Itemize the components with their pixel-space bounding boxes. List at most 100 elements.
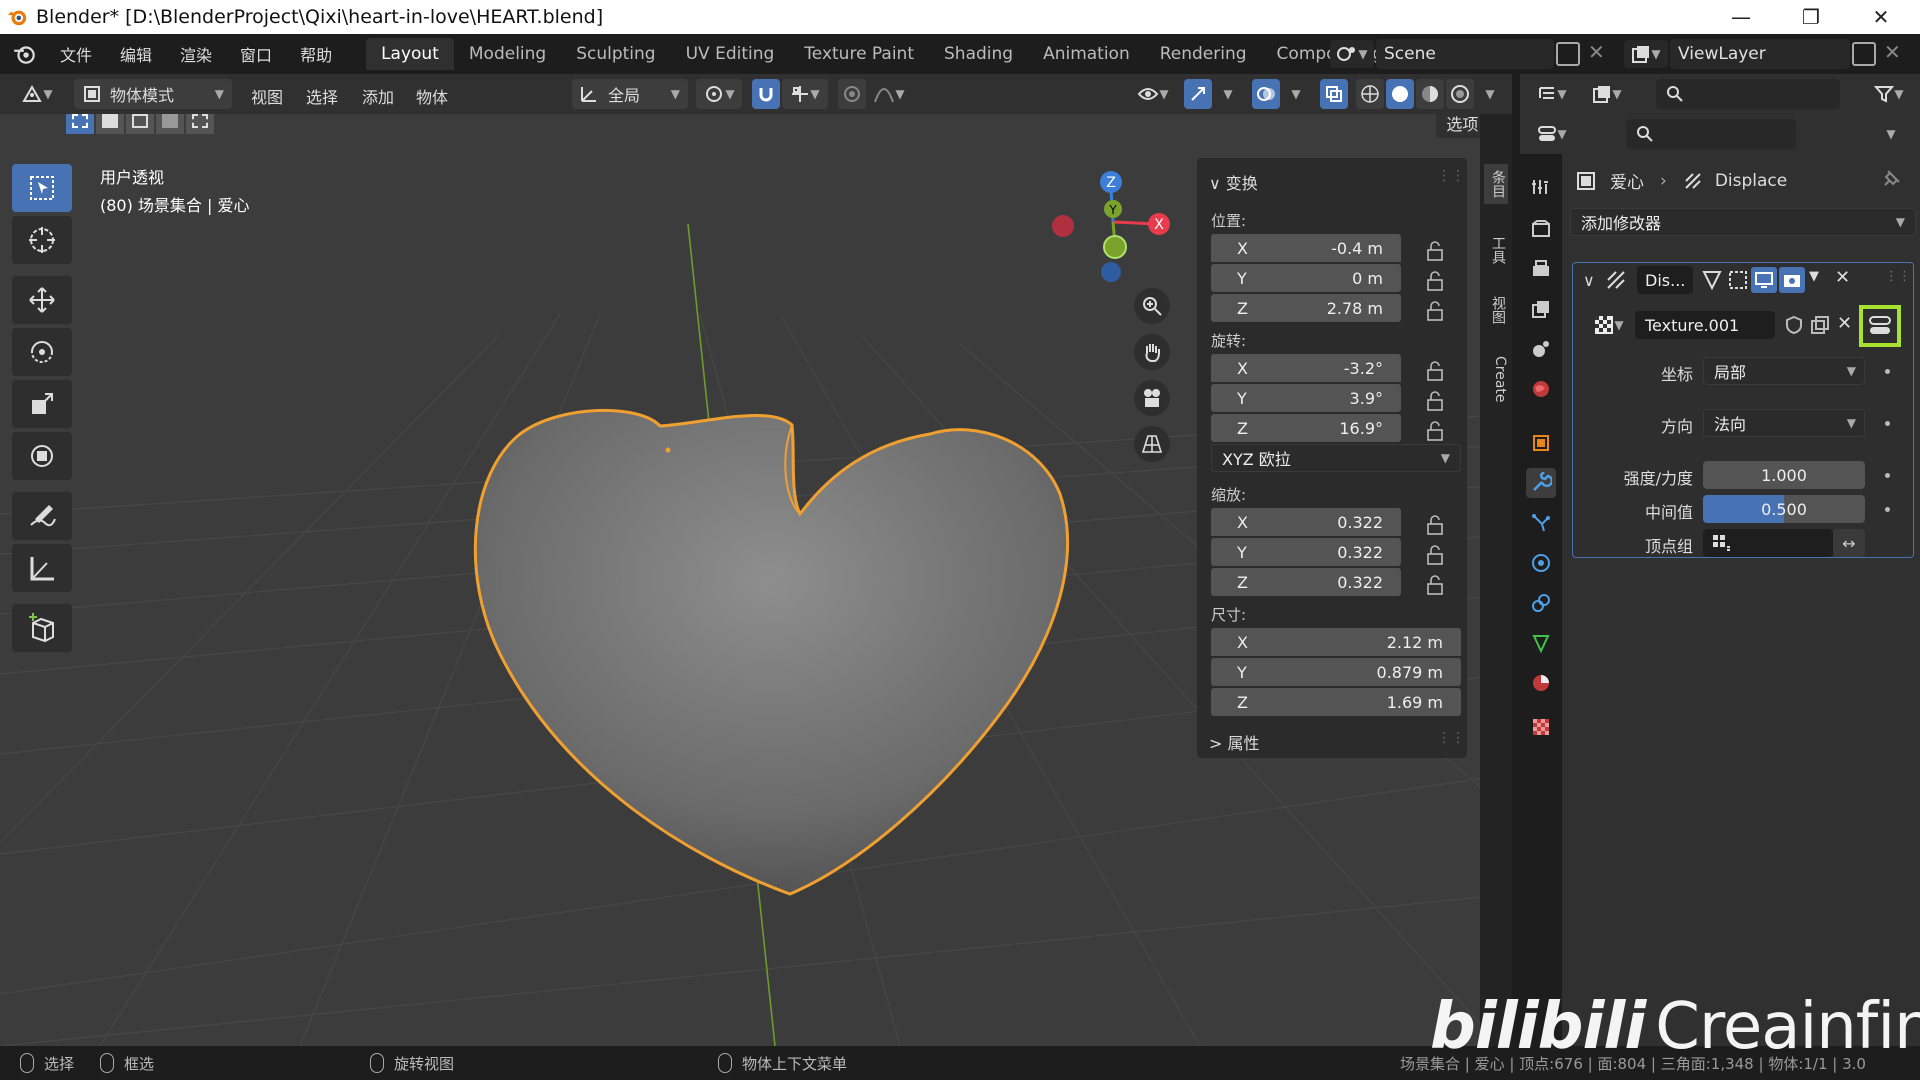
render-toggle-icon[interactable] <box>1779 267 1805 293</box>
select-intersect-icon[interactable] <box>186 114 214 134</box>
cursor-tool-icon[interactable] <box>12 216 72 264</box>
viewlayer-selector-icon[interactable]: ▼ <box>1624 40 1668 68</box>
coords-dropdown[interactable]: 局部 ▼ <box>1703 357 1865 385</box>
proportional-edit-icon[interactable] <box>838 79 866 109</box>
fake-user-icon[interactable] <box>1783 314 1805 336</box>
pin-icon[interactable] <box>1880 168 1902 190</box>
remove-modifier-icon[interactable]: ✕ <box>1835 267 1850 288</box>
properties-section-header[interactable]: > 属性 <box>1209 730 1260 754</box>
workspace-tab-uv-editing[interactable]: UV Editing <box>671 38 790 70</box>
menu-add[interactable]: 添加 <box>362 84 394 108</box>
data-tab-icon[interactable] <box>1526 628 1556 658</box>
material-shading-icon[interactable] <box>1416 79 1444 109</box>
lock-location-x-icon[interactable] <box>1425 240 1447 262</box>
solid-shading-icon[interactable] <box>1386 79 1414 109</box>
texture-name-field[interactable]: Texture.001 <box>1635 311 1775 339</box>
mode-dropdown[interactable]: 物体模式 ▼ <box>74 79 232 109</box>
select-tool-icon[interactable] <box>12 164 72 212</box>
outliner-editor-type-icon[interactable]: ▼ <box>1530 79 1574 109</box>
snap-target-icon[interactable]: ▼ <box>782 79 828 109</box>
workspace-tab-shading[interactable]: Shading <box>929 38 1028 70</box>
sidebar-tab-tool[interactable]: 工具 <box>1484 230 1508 270</box>
proportional-falloff-icon[interactable]: ▼ <box>868 79 910 109</box>
new-scene-icon[interactable] <box>1556 42 1580 66</box>
location-z-field[interactable]: Z 2.78 m <box>1211 294 1401 322</box>
unlink-texture-icon[interactable]: ✕ <box>1837 313 1852 334</box>
material-tab-icon[interactable] <box>1526 668 1556 698</box>
render-tab-icon[interactable] <box>1526 214 1556 244</box>
scale-z-field[interactable]: Z 0.322 <box>1211 568 1401 596</box>
remove-viewlayer-icon[interactable]: ✕ <box>1884 40 1901 64</box>
keyframe-dot[interactable] <box>1885 507 1890 512</box>
workspace-tab-layout[interactable]: Layout <box>366 38 454 70</box>
display-mode-icon[interactable]: ▼ <box>1582 79 1632 109</box>
viewlayer-name-field[interactable]: ViewLayer <box>1670 39 1850 69</box>
minimize-button[interactable]: — <box>1712 0 1770 34</box>
restore-button[interactable]: ❐ <box>1782 0 1840 34</box>
workspace-tab-sculpting[interactable]: Sculpting <box>561 38 670 70</box>
midlevel-slider[interactable]: 0.500 <box>1703 495 1865 523</box>
workspace-tab-texture-paint[interactable]: Texture Paint <box>789 38 929 70</box>
perspective-toggle-icon[interactable] <box>1134 426 1170 462</box>
rotate-tool-icon[interactable] <box>12 328 72 376</box>
modifier-tab-icon[interactable] <box>1526 468 1556 498</box>
lock-scale-x-icon[interactable] <box>1425 514 1447 536</box>
select-invert-icon[interactable] <box>156 114 184 134</box>
rotation-mode-dropdown[interactable]: XYZ 欧拉 ▼ <box>1211 444 1461 472</box>
lock-scale-z-icon[interactable] <box>1425 574 1447 596</box>
rotation-y-field[interactable]: Y 3.9° <box>1211 384 1401 412</box>
camera-view-icon[interactable] <box>1134 380 1170 416</box>
scene-selector-icon[interactable]: ▼ <box>1330 40 1374 68</box>
scene-name-field[interactable]: Scene <box>1376 39 1554 69</box>
keyframe-dot[interactable] <box>1885 369 1890 374</box>
sidebar-tab-create[interactable]: Create <box>1484 350 1508 409</box>
sidebar-tab-item[interactable]: 条目 <box>1484 164 1508 204</box>
modifier-name-input[interactable]: Dis... <box>1637 266 1693 294</box>
editor-type-icon[interactable]: ▼ <box>14 79 60 109</box>
transform-section-header[interactable]: ∨ 变换 <box>1209 170 1258 194</box>
viewport-display-toggle-icon[interactable] <box>1751 267 1777 293</box>
heart-mesh[interactable] <box>473 408 1069 896</box>
texture-tab-icon[interactable] <box>1526 712 1556 742</box>
particles-tab-icon[interactable] <box>1526 508 1556 538</box>
properties-options-dropdown[interactable]: ▼ <box>1876 119 1906 149</box>
menu-object[interactable]: 物体 <box>416 84 448 108</box>
menu-file[interactable]: 文件 <box>46 42 106 66</box>
workspace-tab-animation[interactable]: Animation <box>1028 38 1145 70</box>
keyframe-dot[interactable] <box>1885 421 1890 426</box>
measure-tool-icon[interactable] <box>12 544 72 592</box>
pivot-point-icon[interactable]: ▼ <box>696 79 742 109</box>
area-divider[interactable] <box>1512 74 1520 1046</box>
texture-browse-icon[interactable]: ▼ <box>1587 311 1631 339</box>
physics-tab-icon[interactable] <box>1526 548 1556 578</box>
scale-y-field[interactable]: Y 0.322 <box>1211 538 1401 566</box>
rotation-z-field[interactable]: Z 16.9° <box>1211 414 1401 442</box>
menu-view[interactable]: 视图 <box>251 84 283 108</box>
strength-field[interactable]: 1.000 <box>1703 461 1865 489</box>
lock-scale-y-icon[interactable] <box>1425 544 1447 566</box>
outliner-search-input[interactable] <box>1656 79 1840 109</box>
world-tab-icon[interactable] <box>1526 374 1556 404</box>
view-layer-tab-icon[interactable] <box>1526 294 1556 324</box>
transform-orientation-dropdown[interactable]: 全局 ▼ <box>572 79 688 109</box>
vertex-group-field[interactable] <box>1703 529 1833 557</box>
drag-handle-icon[interactable]: ⋮⋮ <box>1437 730 1465 746</box>
lock-rotation-x-icon[interactable] <box>1425 360 1447 382</box>
transform-tool-icon[interactable] <box>12 432 72 480</box>
keyframe-dot[interactable] <box>1885 473 1890 478</box>
sidebar-tab-view[interactable]: 视图 <box>1484 290 1508 330</box>
menu-help[interactable]: 帮助 <box>286 42 346 66</box>
select-extend-icon[interactable] <box>96 114 124 134</box>
tool-tab-icon[interactable] <box>1526 172 1556 202</box>
dimension-z-field[interactable]: Z 1.69 m <box>1211 688 1461 716</box>
object-tab-icon[interactable] <box>1526 428 1556 458</box>
navigation-gizmo[interactable]: Z X Y <box>1045 164 1185 304</box>
edit-mode-toggle-icon[interactable] <box>1701 269 1723 291</box>
annotate-tool-icon[interactable] <box>12 492 72 540</box>
select-new-icon[interactable] <box>66 114 94 134</box>
location-x-field[interactable]: X -0.4 m <box>1211 234 1401 262</box>
pan-view-icon[interactable] <box>1134 334 1170 370</box>
lock-location-y-icon[interactable] <box>1425 270 1447 292</box>
cage-toggle-icon[interactable] <box>1727 269 1749 291</box>
new-viewlayer-icon[interactable] <box>1852 42 1876 66</box>
